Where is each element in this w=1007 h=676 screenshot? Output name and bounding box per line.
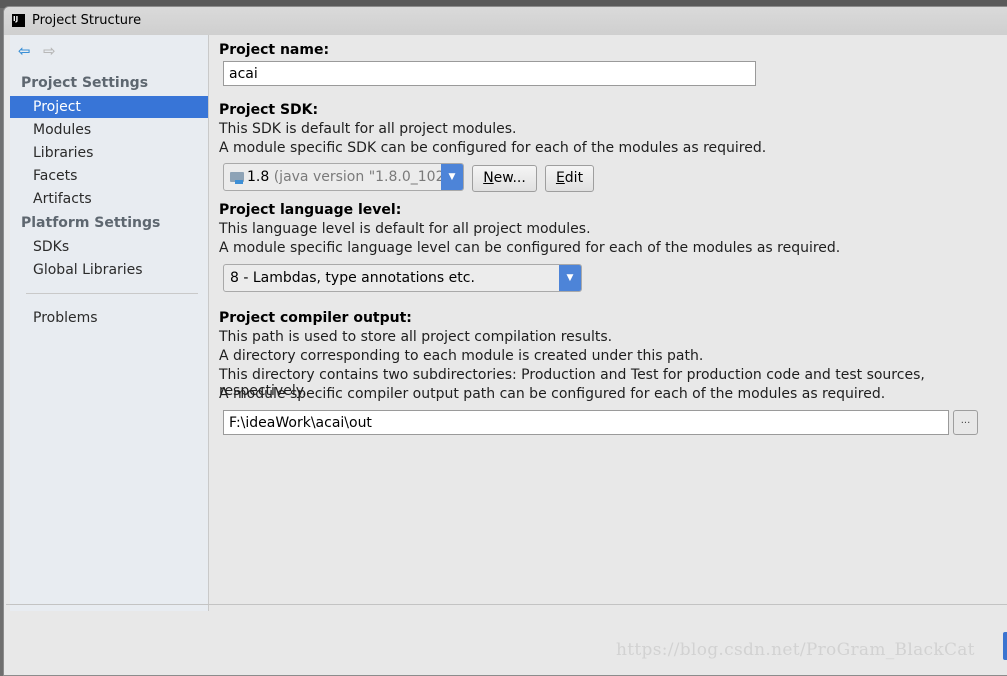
project-name-input[interactable]: [223, 61, 756, 86]
compiler-output-desc-2: A directory corresponding to each module…: [219, 348, 704, 364]
project-structure-dialog: IJ Project Structure ⇦ ⇨ Project Setting…: [3, 6, 1007, 676]
project-name-label: Project name:: [219, 42, 330, 58]
edit-mnemonic: E: [555, 170, 565, 186]
chevron-down-icon[interactable]: ▼: [559, 265, 581, 291]
browse-button[interactable]: ...: [953, 410, 978, 435]
group-header-platform-settings: Platform Settings: [21, 215, 161, 231]
new-label-rest: ew...: [493, 170, 526, 186]
sidebar-item-facets[interactable]: Facets: [10, 165, 208, 187]
chevron-down-icon[interactable]: ▼: [441, 164, 463, 190]
window-title: Project Structure: [32, 13, 142, 28]
language-level-label: Project language level:: [219, 202, 402, 218]
project-sdk-label: Project SDK:: [219, 102, 319, 118]
sidebar-item-global-libraries[interactable]: Global Libraries: [10, 259, 208, 281]
group-header-project-settings: Project Settings: [21, 75, 149, 91]
ok-button-edge[interactable]: [1003, 632, 1007, 660]
footer-divider: [6, 604, 1007, 605]
new-mnemonic: N: [483, 170, 494, 186]
language-level-selected: 8 - Lambdas, type annotations etc.: [230, 270, 475, 286]
compiler-output-path-input[interactable]: [223, 410, 949, 435]
sidebar-item-sdks[interactable]: SDKs: [10, 236, 208, 258]
sidebar-item-libraries[interactable]: Libraries: [10, 142, 208, 164]
sidebar-item-problems[interactable]: Problems: [10, 307, 208, 329]
sdk-detail: (java version "1.8.0_102"): [273, 169, 441, 185]
sidebar-item-artifacts[interactable]: Artifacts: [10, 188, 208, 210]
title-bar: IJ Project Structure: [4, 7, 1007, 35]
edit-label-rest: dit: [564, 170, 584, 186]
project-sdk-desc-1: This SDK is default for all project modu…: [219, 121, 517, 137]
watermark-text: https://blog.csdn.net/ProGram_BlackCat: [616, 640, 975, 660]
compiler-output-desc-4: A module specific compiler output path c…: [219, 386, 886, 402]
sidebar: ⇦ ⇨ Project Settings Project Modules Lib…: [10, 35, 209, 611]
language-level-desc-2: A module specific language level can be …: [219, 240, 841, 256]
sidebar-item-project[interactable]: Project: [10, 96, 208, 118]
sidebar-divider: [26, 293, 198, 294]
compiler-output-label: Project compiler output:: [219, 310, 412, 326]
sdk-version: 1.8: [247, 169, 270, 185]
new-sdk-button[interactable]: New...: [472, 165, 537, 192]
project-settings-panel: Project name: Project SDK: This SDK is d…: [210, 35, 1007, 611]
sdk-folder-icon: [230, 172, 244, 184]
project-sdk-dropdown[interactable]: 1.8 (java version "1.8.0_102") ▼: [223, 163, 464, 191]
arrow-right-icon[interactable]: ⇨: [43, 44, 57, 59]
arrow-left-icon[interactable]: ⇦: [18, 44, 32, 59]
project-sdk-desc-2: A module specific SDK can be configured …: [219, 140, 767, 156]
sidebar-item-modules[interactable]: Modules: [10, 119, 208, 141]
compiler-output-desc-1: This path is used to store all project c…: [219, 329, 613, 345]
language-level-desc-1: This language level is default for all p…: [219, 221, 591, 237]
language-level-dropdown[interactable]: 8 - Lambdas, type annotations etc. ▼: [223, 264, 582, 292]
project-sdk-selected: 1.8 (java version "1.8.0_102"): [224, 169, 441, 185]
intellij-logo-icon: IJ: [12, 14, 25, 27]
edit-sdk-button[interactable]: Edit: [545, 165, 594, 192]
